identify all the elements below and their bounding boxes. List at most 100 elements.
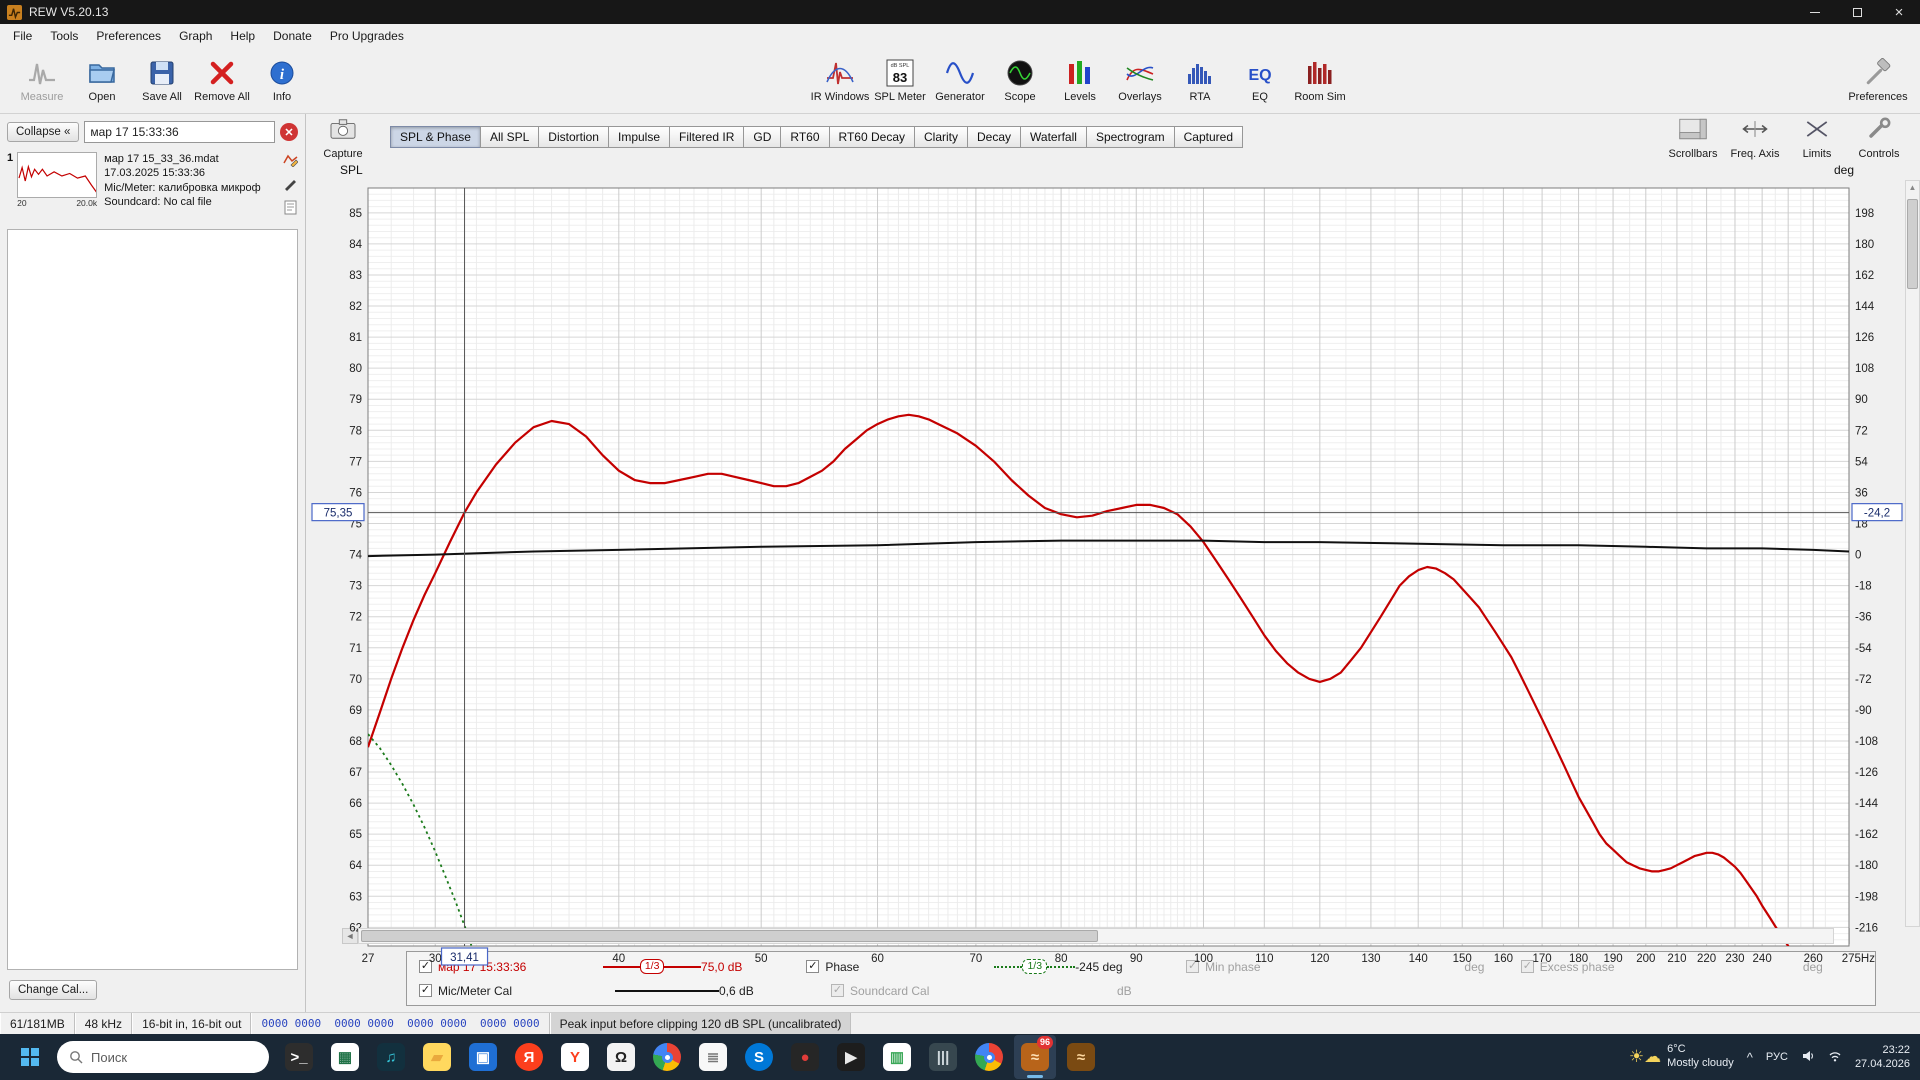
- capture-button[interactable]: Capture: [312, 117, 374, 159]
- svg-text:72: 72: [1855, 425, 1868, 437]
- taskbar-app-photos[interactable]: ▣: [462, 1035, 504, 1079]
- taskbar-app-yandex-y[interactable]: Y: [554, 1035, 596, 1079]
- svg-text:67: 67: [349, 767, 362, 779]
- toolbar-open-button[interactable]: Open: [72, 52, 132, 110]
- toolbar-generator-button[interactable]: Generator: [930, 52, 990, 110]
- tab-spectrogram[interactable]: Spectrogram: [1086, 126, 1175, 148]
- taskbar-app-file-explorer[interactable]: ▰: [416, 1035, 458, 1079]
- clock[interactable]: 23:22 27.04.2026: [1855, 1043, 1910, 1072]
- taskbar-app-rew[interactable]: ≈: [1060, 1035, 1102, 1079]
- taskbar-search[interactable]: Поиск: [57, 1041, 269, 1073]
- menu-item-file[interactable]: File: [4, 25, 41, 47]
- toolbar-overlays-button[interactable]: Overlays: [1110, 52, 1170, 110]
- change-cal-button[interactable]: Change Cal...: [9, 980, 97, 1000]
- toolbar-remove-all-button[interactable]: Remove All: [192, 52, 252, 110]
- vertical-scrollbar[interactable]: ▲: [1905, 180, 1920, 927]
- weather-widget[interactable]: ☀☁ 6°C Mostly cloudy: [1629, 1043, 1734, 1071]
- taskbar-app-skype[interactable]: S: [738, 1035, 780, 1079]
- tab-spl-phase[interactable]: SPL & Phase: [390, 126, 481, 148]
- maximize-button[interactable]: [1836, 0, 1878, 24]
- taskbar-app-rew-running[interactable]: ≈96: [1014, 1035, 1056, 1079]
- rta-icon: [1185, 58, 1215, 88]
- graph-freq-axis-button[interactable]: Freq. Axis: [1724, 117, 1786, 159]
- status-cell-1: 48 kHz: [75, 1013, 132, 1034]
- menu-item-help[interactable]: Help: [221, 25, 264, 47]
- toolbar-measure-button[interactable]: Measure: [12, 52, 72, 110]
- taskbar-app-media-player[interactable]: ▶: [830, 1035, 872, 1079]
- toolbar-preferences-button[interactable]: Preferences: [1848, 52, 1908, 110]
- trace-color-icon[interactable]: [283, 152, 298, 172]
- tab-impulse[interactable]: Impulse: [608, 126, 670, 148]
- toolbar-room-sim-button[interactable]: Room Sim: [1290, 52, 1350, 110]
- measurement-filter-input[interactable]: [84, 121, 275, 143]
- tray-expand-icon[interactable]: ^: [1747, 1050, 1753, 1065]
- graph-controls-button[interactable]: Controls: [1848, 117, 1910, 159]
- menu-item-pro-upgrades[interactable]: Pro Upgrades: [321, 25, 413, 47]
- graph-scrollbars-button[interactable]: Scrollbars: [1662, 117, 1724, 159]
- horizontal-scrollbar[interactable]: ◄ ►: [342, 928, 1850, 944]
- tab-waterfall[interactable]: Waterfall: [1020, 126, 1087, 148]
- taskbar-app-spreadsheet[interactable]: ▦: [324, 1035, 366, 1079]
- vertical-scroll-thumb[interactable]: [1907, 199, 1918, 288]
- tab-distortion[interactable]: Distortion: [538, 126, 609, 148]
- taskbar-app-yandex-browser[interactable]: Я: [508, 1035, 550, 1079]
- tab-gd[interactable]: GD: [743, 126, 781, 148]
- toolbar-ir-windows-button[interactable]: IR Windows: [810, 52, 870, 110]
- toolbar-eq-button[interactable]: EQEQ: [1230, 52, 1290, 110]
- limits-icon: [1802, 117, 1832, 146]
- taskbar-app-omega-app[interactable]: Ω: [600, 1035, 642, 1079]
- menu-item-donate[interactable]: Donate: [264, 25, 321, 47]
- collapse-button[interactable]: Collapse «: [7, 122, 79, 142]
- clear-filter-button[interactable]: ✕: [280, 123, 298, 141]
- scroll-up-icon[interactable]: ▲: [1909, 181, 1917, 194]
- network-icon[interactable]: [1828, 1049, 1842, 1066]
- legend-checkbox-soundcard-cal[interactable]: ✓: [831, 984, 844, 997]
- svg-text:64: 64: [349, 860, 362, 872]
- eq-icon: EQ: [1245, 58, 1275, 88]
- taskbar-app-chrome[interactable]: [968, 1035, 1010, 1079]
- measurement-item[interactable]: 1 20 20.0k мар 17 15_33_36.mdat 17.03.20…: [0, 147, 305, 225]
- horizontal-scroll-thumb[interactable]: [361, 930, 1098, 942]
- toolbar-scope-button[interactable]: Scope: [990, 52, 1050, 110]
- menu-item-preferences[interactable]: Preferences: [87, 25, 170, 47]
- start-button[interactable]: [10, 1037, 50, 1077]
- tab-captured[interactable]: Captured: [1174, 126, 1243, 148]
- toolbar-save-all-button[interactable]: Save All: [132, 52, 192, 110]
- language-indicator[interactable]: РУС: [1766, 1051, 1788, 1063]
- toolbar-spl-meter-button[interactable]: dB SPL83SPL Meter: [870, 52, 930, 110]
- measurement-list[interactable]: [7, 229, 298, 970]
- taskbar-app-notes[interactable]: ≣: [692, 1035, 734, 1079]
- svg-text:83: 83: [349, 270, 362, 282]
- menu-item-tools[interactable]: Tools: [41, 25, 87, 47]
- taskbar-app-audio-editor[interactable]: ♫: [370, 1035, 412, 1079]
- edit-pencil-icon[interactable]: [283, 176, 298, 196]
- svg-text:70: 70: [969, 953, 982, 965]
- svg-text:83: 83: [893, 70, 907, 85]
- speaker-icon[interactable]: [1801, 1049, 1815, 1066]
- tab-rt60[interactable]: RT60: [780, 126, 829, 148]
- taskbar-app-stats[interactable]: ▥: [876, 1035, 918, 1079]
- minimize-button[interactable]: [1794, 0, 1836, 24]
- svg-text:126: 126: [1855, 332, 1874, 344]
- close-button[interactable]: ×: [1878, 0, 1920, 24]
- tab-clarity[interactable]: Clarity: [914, 126, 968, 148]
- main-toolbar: MeasureOpenSave AllRemove AlliInfo IR Wi…: [0, 48, 1920, 114]
- tab-filtered-ir[interactable]: Filtered IR: [669, 126, 744, 148]
- toolbar-info-button[interactable]: iInfo: [252, 52, 312, 110]
- toolbar-label: Info: [273, 91, 291, 103]
- taskbar-app-browser-colorful[interactable]: [646, 1035, 688, 1079]
- menu-item-graph[interactable]: Graph: [170, 25, 221, 47]
- notes-icon[interactable]: [284, 200, 297, 220]
- measurement-filename: мар 17 15_33_36.mdat: [104, 152, 276, 166]
- taskbar-app-terminal[interactable]: >_: [278, 1035, 320, 1079]
- legend-checkbox-mic-meter-cal[interactable]: ✓: [419, 984, 432, 997]
- tab-all-spl[interactable]: All SPL: [480, 126, 539, 148]
- tab-rt60-decay[interactable]: RT60 Decay: [829, 126, 915, 148]
- taskbar-app-recorder[interactable]: ●: [784, 1035, 826, 1079]
- graph-limits-button[interactable]: Limits: [1786, 117, 1848, 159]
- taskbar-app-mixer[interactable]: |||: [922, 1035, 964, 1079]
- spl-phase-chart[interactable]: 62-21663-19864-18065-16266-14467-12668-1…: [306, 180, 1905, 927]
- tab-decay[interactable]: Decay: [967, 126, 1021, 148]
- toolbar-rta-button[interactable]: RTA: [1170, 52, 1230, 110]
- toolbar-levels-button[interactable]: Levels: [1050, 52, 1110, 110]
